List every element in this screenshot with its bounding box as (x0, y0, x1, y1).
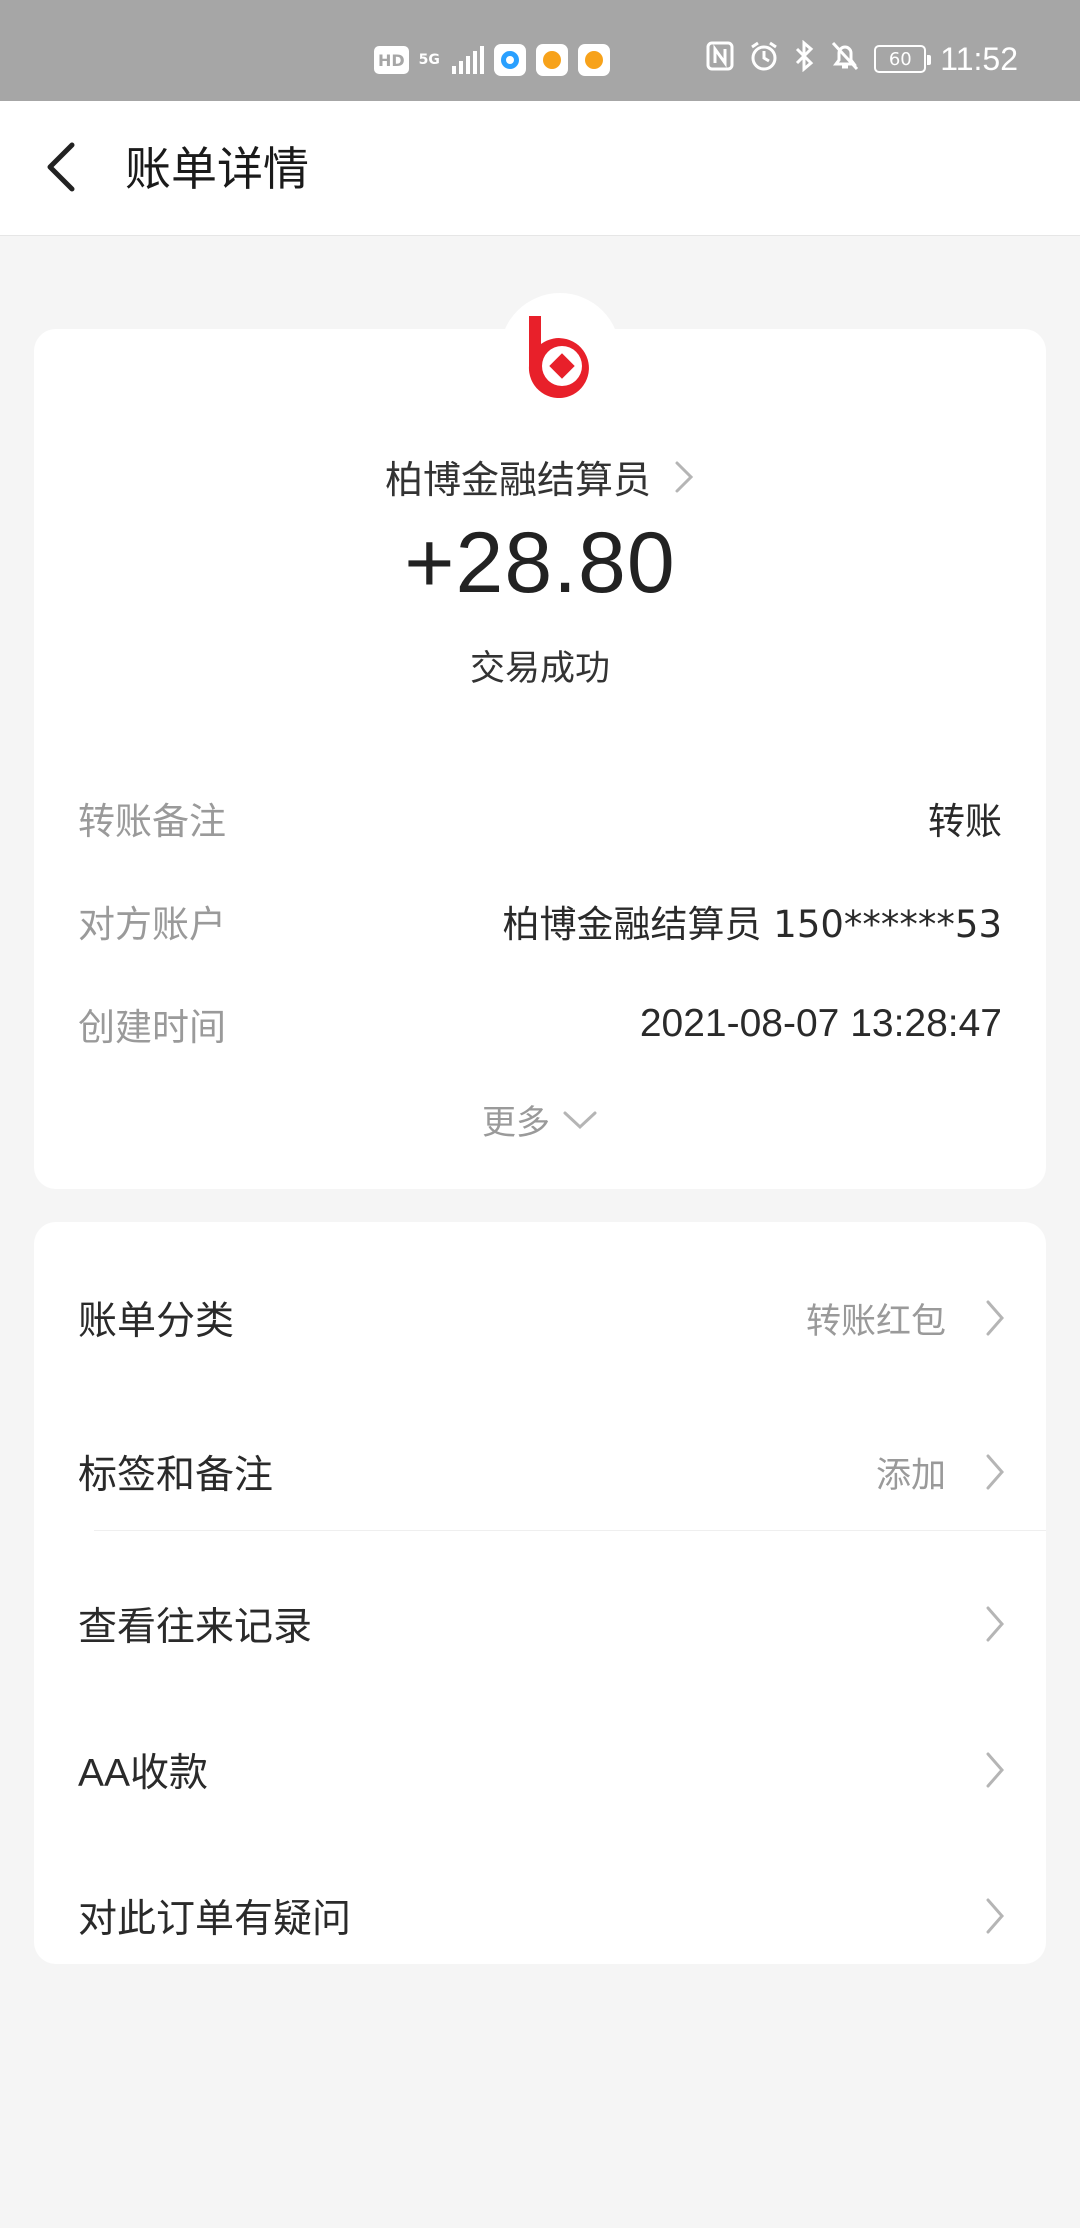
chevron-left-icon (47, 142, 75, 192)
more-label: 更多 (482, 1103, 550, 1143)
bill-actions-card: 账单分类 转账红包 标签和备注 添加 查看往来记录 AA收款 对此订单有疑问 (34, 1222, 1046, 1964)
menu-label: AA收款 (78, 1752, 209, 1795)
bluetooth-icon (794, 39, 816, 78)
chevron-right-icon (986, 1752, 1004, 1788)
transaction-amount: +28.80 (404, 515, 676, 611)
menu-item-transaction-history[interactable]: 查看往来记录 (34, 1564, 1046, 1684)
alarm-icon (748, 40, 780, 78)
menu-label: 查看往来记录 (78, 1605, 313, 1650)
clock: 11:52 (940, 40, 1018, 77)
app-notification-icon (493, 44, 526, 76)
merchant-name-link[interactable]: 柏博金融结算员 (34, 449, 1046, 504)
detail-value: 转账 (928, 800, 1002, 843)
page-title: 账单详情 (125, 142, 309, 196)
menu-item-aa-collection[interactable]: AA收款 (34, 1710, 1046, 1830)
chevron-right-icon (986, 1454, 1004, 1490)
chevron-down-icon (563, 1111, 597, 1129)
merchant-logo (500, 293, 620, 413)
menu-item-bill-category[interactable]: 账单分类 转账红包 (34, 1258, 1046, 1378)
transaction-summary-card: 柏博金融结算员 +28.80 交易成功 转账备注 转账 对方账户 柏博金融结算员… (34, 293, 1046, 1189)
status-bar: HD 5G 60 11:52 (0, 0, 1080, 101)
menu-label: 账单分类 (78, 1299, 235, 1344)
chevron-right-icon (986, 1898, 1004, 1934)
battery-level: 60 (888, 48, 912, 70)
status-left: HD 5G (374, 44, 610, 76)
detail-value: 柏博金融结算员 150******53 (502, 903, 1002, 946)
detail-label: 转账备注 (78, 800, 226, 843)
menu-value: 转账红包 (805, 1301, 946, 1342)
battery-icon: 60 (874, 45, 932, 73)
detail-row-remark: 转账备注 转账 (78, 791, 1002, 845)
hd-badge: HD (374, 46, 409, 74)
menu-label: 标签和备注 (78, 1453, 274, 1498)
network-type: 5G (418, 52, 440, 68)
mute-icon (830, 40, 860, 78)
menu-item-order-question[interactable]: 对此订单有疑问 (34, 1856, 1046, 1976)
status-right: 60 11:52 (706, 39, 1018, 78)
transaction-status: 交易成功 (469, 649, 610, 689)
app-notification-icon (535, 44, 568, 76)
detail-row-created-time: 创建时间 2021-08-07 13:28:47 (78, 997, 1002, 1051)
menu-label: 对此订单有疑问 (78, 1897, 352, 1942)
chevron-right-icon (986, 1606, 1004, 1642)
chevron-right-icon (986, 1300, 1004, 1336)
more-button[interactable]: 更多 (34, 1095, 1046, 1144)
app-notification-icon (577, 44, 610, 76)
detail-label: 创建时间 (78, 1006, 226, 1049)
merchant-name: 柏博金融结算员 (384, 458, 651, 502)
app-header: 账单详情 (0, 101, 1080, 236)
signal-icon (451, 46, 484, 74)
bank-logo-icon (528, 316, 589, 398)
back-button[interactable] (34, 135, 98, 199)
divider (94, 1530, 1046, 1531)
detail-value: 2021-08-07 13:28:47 (639, 1002, 1002, 1045)
menu-item-tags-notes[interactable]: 标签和备注 添加 (34, 1412, 1046, 1532)
chevron-right-icon (675, 461, 694, 492)
menu-value: 添加 (875, 1455, 946, 1496)
detail-row-counterparty: 对方账户 柏博金融结算员 150******53 (78, 894, 1002, 948)
detail-label: 对方账户 (78, 903, 226, 946)
nfc-icon (706, 41, 734, 77)
